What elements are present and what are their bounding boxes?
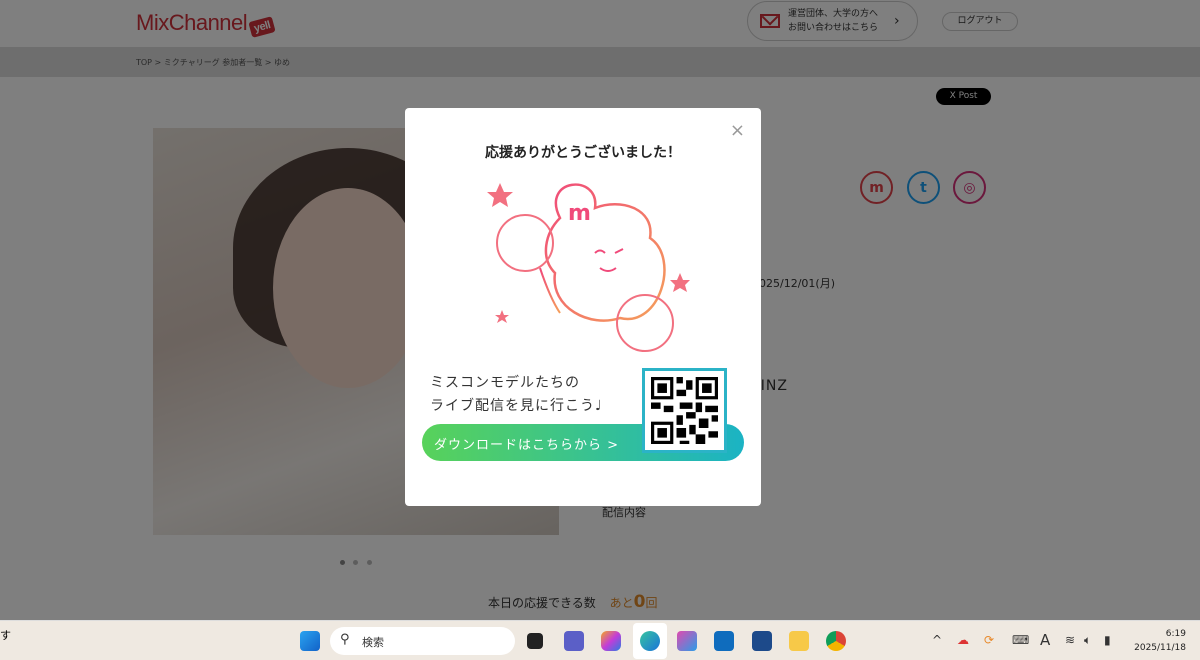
onedrive-error-icon[interactable]: ☁ [957,633,969,647]
chrome-icon[interactable] [826,631,846,651]
svg-text:m: m [568,201,591,226]
store-icon[interactable] [752,631,772,651]
clock-time: 6:19 [1165,629,1186,639]
modal-line1: ミスコンモデルたちの [430,375,580,391]
qr-code-image [651,377,718,444]
search-placeholder: 検索 [362,636,384,649]
cheer-bear-illustration: m [487,183,690,352]
start-icon[interactable] [300,631,320,651]
edge-icon[interactable] [640,631,660,651]
tray-overflow-icon[interactable]: ^ [932,633,942,647]
task-view-icon[interactable] [527,633,543,649]
close-icon[interactable]: × [730,120,745,141]
modal-line2: ライブ配信を見に行こう♩ [430,398,603,414]
clock[interactable]: 6:19 2025/11/18 [1134,627,1186,655]
taskbar: す ⚲ 検索 ^ ☁ ⟳ ⌨ A ≋ 🔈︎ ▮ 6:19 2025/11/18 [0,620,1200,660]
clock-date: 2025/11/18 [1134,643,1186,653]
thanks-modal: × 応援ありがとうございました！ m ミスコンモデルたちの ライブ配信を見に行こ… [405,108,761,506]
volume-icon[interactable]: 🔈︎ [1084,633,1091,648]
ime-indicator[interactable]: A [1040,631,1050,649]
battery-icon[interactable]: ▮ [1104,633,1111,647]
copilot-icon[interactable] [601,631,621,651]
sync-icon[interactable]: ⟳ [984,633,994,647]
modal-title: 応援ありがとうございました！ [485,145,681,161]
search-icon: ⚲ [340,632,350,647]
search-input[interactable]: ⚲ 検索 [330,627,515,655]
m365-icon[interactable] [677,631,697,651]
outlook-icon[interactable] [714,631,734,651]
keyboard-icon[interactable]: ⌨ [1012,633,1029,647]
qr-code [642,368,727,453]
wifi-icon[interactable]: ≋ [1065,633,1075,647]
teams-icon[interactable] [564,631,584,651]
file-explorer-icon[interactable] [789,631,809,651]
partial-text: す [0,629,11,642]
